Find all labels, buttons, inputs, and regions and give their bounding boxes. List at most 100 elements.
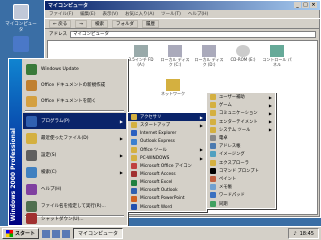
search-button[interactable]: 検索 (90, 19, 108, 28)
accessories-item-system-tools[interactable]: システム ツール ▶ (207, 126, 275, 134)
start-item-settings[interactable]: 設定(S) ▶ (23, 147, 126, 163)
accessories-item-wordpad[interactable]: ワードパッド (207, 191, 275, 199)
menu-item-label: Microsoft Outlook (140, 188, 178, 194)
accessories-item-explorer[interactable]: エクスプローラ (207, 159, 275, 167)
start-item-label: Office ドキュメントの新規作成 (41, 83, 106, 88)
menu-item-label: Microsoft Word (140, 204, 172, 210)
start-item-windows-update[interactable]: Windows Update (23, 61, 126, 77)
window-titlebar[interactable]: マイコンピュータ _ □ × (45, 1, 320, 10)
menu-bar: ファイル(F) 編集(E) 表示(V) お気に入り(A) ツール(T) ヘルプ(… (45, 10, 320, 18)
accessories-item-notepad[interactable]: メモ帳 (207, 183, 275, 191)
drive-item-cdrom[interactable]: CD-ROM (E:) (228, 45, 258, 63)
programs-item-access[interactable]: Microsoft Access (128, 170, 206, 178)
back-button[interactable]: ← 戻る (49, 19, 72, 28)
programs-item-accessories[interactable]: アクセサリ ▶ (128, 113, 206, 122)
close-icon[interactable]: × (310, 2, 317, 8)
start-item-documents[interactable]: 最近使ったファイル(D) ▶ (23, 130, 126, 146)
toolbar: ← 戻る → 検索 フォルダ 履歴 (45, 18, 320, 29)
minimize-icon[interactable]: _ (294, 2, 301, 8)
start-item-open-office-doc[interactable]: Office ドキュメントを開く (23, 93, 126, 109)
drive-item-floppy[interactable]: 3.5インチ FD (A:) (126, 45, 156, 67)
programs-item-powerpoint[interactable]: Microsoft PowerPoint (128, 195, 206, 203)
windows-update-icon (26, 63, 37, 75)
start-button[interactable]: スタート (2, 228, 40, 239)
file-label: ローカル ディスク (C:) (160, 57, 190, 67)
programs-item-startup[interactable]: スタートアップ ▶ (128, 121, 206, 129)
menu-item-label: コミュニケーション (219, 111, 258, 117)
hard-drive-icon (168, 45, 182, 57)
search-icon (26, 166, 37, 178)
clock[interactable]: 18:45 (300, 231, 314, 237)
start-button-label: スタート (15, 231, 36, 237)
word-icon (131, 204, 137, 211)
programs-item-excel[interactable]: Microsoft Excel (128, 179, 206, 187)
accessories-item-address-book[interactable]: アドレス帳 (207, 142, 275, 150)
menu-favorites[interactable]: お気に入り(A) (125, 11, 154, 17)
accessories-item-imaging[interactable]: イメージング (207, 150, 275, 158)
system-tray: ♪ 18:45 (288, 228, 319, 239)
menu-file[interactable]: ファイル(F) (49, 11, 73, 17)
history-button[interactable]: 履歴 (141, 19, 159, 28)
file-label: コントロール パネル (262, 57, 292, 67)
programs-item-office-tools[interactable]: Office ツール ▶ (128, 146, 206, 154)
start-item-help[interactable]: ヘルプ(H) (23, 181, 126, 197)
chevron-right-icon: ▶ (119, 135, 123, 141)
menu-item-label: Outlook Express (140, 139, 175, 145)
open-folder-icon (26, 95, 37, 107)
programs-item-ie[interactable]: Internet Explorer (128, 129, 206, 137)
ie-quicklaunch-icon[interactable] (42, 229, 51, 238)
programs-item-outlook-express[interactable]: Outlook Express (128, 138, 206, 146)
accessories-item-accessibility[interactable]: ユーザー補助 ▶ (207, 93, 275, 101)
chevron-right-icon: ▶ (268, 94, 272, 100)
accessories-item-games[interactable]: ゲーム ▶ (207, 101, 275, 109)
accessories-item-synchronize[interactable]: 同期 (207, 199, 275, 207)
folder-icon (210, 126, 216, 133)
chevron-right-icon: ▶ (268, 127, 272, 133)
desktop-quicklaunch-icon[interactable] (52, 229, 61, 238)
start-item-label: 検索(C) (41, 170, 57, 175)
accessories-item-command-prompt[interactable]: コマンド プロンプト (207, 167, 275, 175)
address-label: アドレス (49, 32, 67, 37)
desktop-icon-my-computer[interactable]: マイコンピュータ (4, 4, 38, 33)
programs-item-pc-windows[interactable]: PC-WINDOWS ▶ (128, 154, 206, 162)
programs-item-office-shortcut[interactable]: Microsoft Office アイコン (128, 162, 206, 170)
control-panel-item[interactable]: コントロール パネル (262, 45, 292, 67)
menu-item-label: ユーザー補助 (219, 95, 245, 101)
menu-help[interactable]: ヘルプ(H) (188, 11, 208, 17)
maximize-icon[interactable]: □ (302, 2, 309, 8)
start-item-label: 最近使ったファイル(D) (41, 136, 89, 141)
imaging-icon (210, 151, 216, 158)
menu-view[interactable]: 表示(V) (102, 11, 118, 17)
folders-button[interactable]: フォルダ (111, 19, 138, 28)
start-item-shutdown[interactable]: シャットダウン(U)... (23, 211, 126, 226)
folder-icon (210, 118, 216, 125)
outlook-quicklaunch-icon[interactable] (62, 229, 71, 238)
start-item-label: Windows Update (41, 66, 79, 72)
network-item[interactable]: ネットワーク (158, 79, 188, 97)
outlook-icon (131, 187, 137, 194)
accessories-item-communications[interactable]: コミュニケーション ▶ (207, 109, 275, 117)
taskbar-button-explorer[interactable]: マイコンピュータ (73, 228, 124, 239)
start-item-new-office-doc[interactable]: Office ドキュメントの新規作成 (23, 77, 126, 93)
programs-item-word[interactable]: Microsoft Word (128, 203, 206, 211)
cdrom-icon (236, 45, 250, 57)
start-item-search[interactable]: 検索(C) ▶ (23, 164, 126, 180)
menu-item-label: コマンド プロンプト (219, 168, 259, 174)
menu-item-label: エンターテイメント (219, 119, 258, 125)
drive-item-d[interactable]: ローカル ディスク (D:) (194, 45, 224, 67)
menu-tools[interactable]: ツール(T) (161, 11, 181, 17)
accessories-item-paint[interactable]: ペイント (207, 175, 275, 183)
desktop-icon-2[interactable] (4, 36, 38, 53)
address-field[interactable]: マイコンピュータ (70, 30, 316, 38)
programs-item-outlook[interactable]: Microsoft Outlook (128, 187, 206, 195)
explorer-icon (210, 159, 216, 166)
speaker-icon[interactable]: ♪ (293, 231, 296, 237)
accessories-item-calculator[interactable]: 電卓 (207, 134, 275, 142)
office-icon (131, 163, 137, 170)
menu-edit[interactable]: 編集(E) (80, 11, 95, 17)
forward-button[interactable]: → (75, 19, 87, 28)
start-item-programs[interactable]: プログラム(P) ▶ (23, 113, 126, 129)
chevron-right-icon: ▶ (268, 119, 272, 125)
drive-item-c[interactable]: ローカル ディスク (C:) (160, 45, 190, 67)
accessories-item-entertainment[interactable]: エンターテイメント ▶ (207, 118, 275, 126)
